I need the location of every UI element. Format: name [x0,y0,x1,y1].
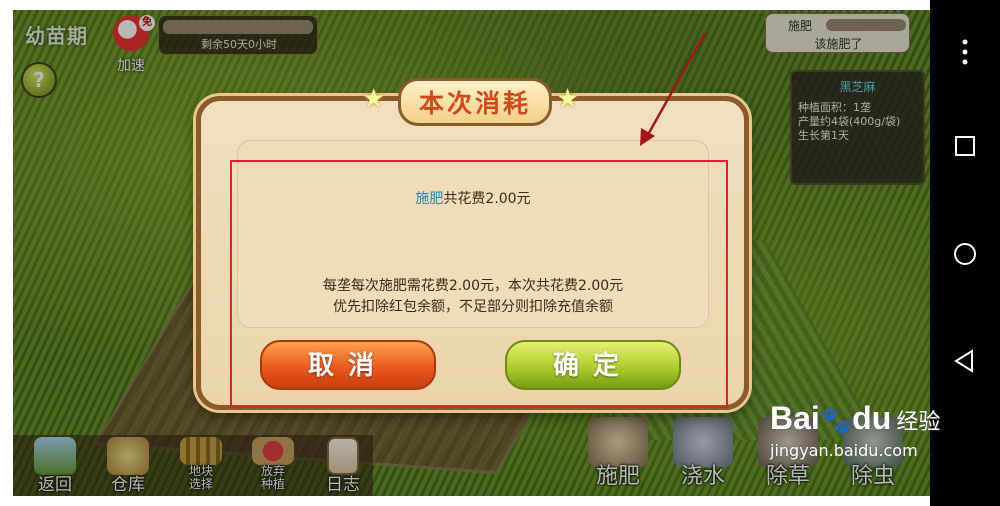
home-icon[interactable] [945,234,985,274]
dialog-title: 本次消耗 [397,78,552,126]
more-options-icon[interactable] [945,32,985,72]
recent-apps-icon[interactable] [945,126,985,166]
baidu-logo: Bai [770,400,820,436]
annotation-highlight-box [230,160,728,408]
baidu-url: jingyan.baidu.com [770,441,918,460]
baidu-logo-tail: du [852,400,892,436]
paw-icon: 🐾 [819,405,853,435]
baidu-brand: 经验 [896,410,941,435]
star-icon: ★ [556,84,580,114]
back-nav-icon[interactable] [945,341,985,381]
star-icon: ★ [362,84,386,114]
baidu-watermark: Bai🐾du 经验 jingyan.baidu.com [770,400,945,490]
